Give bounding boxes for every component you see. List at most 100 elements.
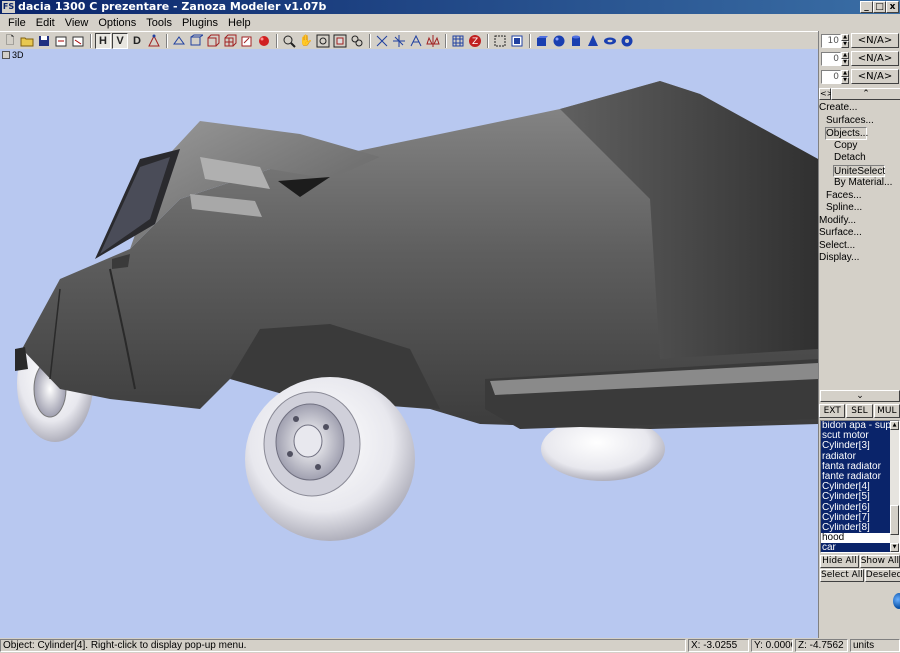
spinner-arrows-icon[interactable]: ▲ ▼ (841, 69, 849, 84)
menu-help[interactable]: Help (223, 17, 256, 29)
close-button[interactable]: x (886, 1, 899, 13)
maximize-button[interactable]: □ (873, 1, 886, 13)
list-item[interactable]: Cylinder[7] (821, 512, 891, 523)
scroll-down-arrow-icon[interactable]: ▼ (890, 543, 899, 552)
list-item[interactable]: Cylinder[5] (821, 492, 891, 503)
toolbar-separator (166, 33, 168, 48)
list-item[interactable]: fante radiator (821, 471, 891, 483)
mode-ext-button[interactable]: EXT (819, 404, 846, 418)
spinner-input-2[interactable]: 0 (821, 51, 841, 66)
scroll-up-arrow-icon[interactable]: ▲ (890, 421, 899, 430)
scroll-down-button[interactable]: ⌄ (820, 390, 900, 402)
move-icon[interactable] (374, 33, 390, 49)
select-region-icon[interactable] (492, 33, 508, 49)
collapse-button[interactable]: <> (819, 88, 833, 100)
na-button-1[interactable]: <N/A> (851, 33, 899, 48)
save-icon[interactable] (36, 33, 52, 49)
toolbar-separator (529, 33, 531, 48)
list-item[interactable]: radiator (821, 451, 891, 462)
list-item[interactable]: Cylinder[6] (821, 502, 891, 513)
cmd-create[interactable]: Create... (819, 102, 900, 115)
sphere-primitive-icon[interactable] (551, 33, 567, 49)
torus-primitive-icon[interactable] (602, 33, 618, 49)
zoom-region-icon[interactable] (315, 33, 331, 49)
mode-sel-button[interactable]: SEL (846, 404, 873, 418)
cmd-faces[interactable]: Faces... (819, 190, 900, 203)
cmd-by-material[interactable]: By Material... (819, 177, 900, 190)
viewport-menu-icon[interactable] (2, 51, 10, 59)
spinner-input-1[interactable]: 10 (821, 33, 841, 48)
view-d-button[interactable]: D (129, 33, 145, 49)
menu-options[interactable]: Options (93, 17, 141, 29)
z-axis-icon[interactable]: Z (467, 33, 483, 49)
select-object-icon[interactable] (509, 33, 525, 49)
vertex-icon[interactable] (146, 33, 162, 49)
box-primitive-icon[interactable] (534, 33, 550, 49)
list-item[interactable]: car (821, 543, 891, 552)
new-file-icon[interactable]: 🗋 (2, 33, 18, 49)
pan-hand-icon[interactable]: ✋ (298, 33, 314, 49)
cube-icon[interactable] (205, 33, 221, 49)
minimize-button[interactable]: _ (860, 1, 873, 13)
list-item[interactable]: Cylinder[3] (821, 441, 891, 452)
spinner-arrows-icon[interactable]: ▲ ▼ (841, 33, 849, 48)
zoom-icon[interactable] (281, 33, 297, 49)
spinner-input-3[interactable]: 0 (821, 69, 841, 84)
menu-tools[interactable]: Tools (141, 17, 177, 29)
cmd-objects[interactable]: Objects... (825, 127, 868, 140)
cmd-surface[interactable]: Surface... (819, 227, 900, 240)
deselect-button[interactable]: Deselect (864, 569, 900, 582)
cylinder-primitive-icon[interactable] (568, 33, 584, 49)
rotate-icon[interactable] (391, 33, 407, 49)
view-h-button[interactable]: H (95, 32, 111, 49)
scroll-thumb[interactable] (890, 505, 899, 535)
list-item[interactable]: bidon apa - suport (821, 421, 891, 432)
viewport-3d[interactable]: 3D (0, 49, 818, 638)
scroll-up-button[interactable]: ⌃ (831, 88, 900, 100)
na-button-3[interactable]: <N/A> (851, 69, 899, 84)
selection-row: Select All Deselect (820, 569, 900, 582)
list-item[interactable]: scut motor (821, 431, 891, 442)
view-v-button[interactable]: V (112, 32, 128, 49)
cmd-select[interactable]: Select... (819, 240, 900, 253)
cmd-surfaces[interactable]: Surfaces... (819, 115, 900, 128)
mesh-cube-icon[interactable] (222, 33, 238, 49)
cmd-copy[interactable]: Copy (819, 140, 900, 153)
na-button-2[interactable]: <N/A> (851, 51, 899, 66)
menu-file[interactable]: File (3, 17, 31, 29)
toolbar: 🗋 H V D ✋ Z (0, 31, 818, 49)
zoom-extents-icon[interactable] (332, 33, 348, 49)
scale-icon[interactable] (408, 33, 424, 49)
snap-grid-icon[interactable] (450, 33, 466, 49)
tube-primitive-icon[interactable] (619, 33, 635, 49)
sphere-red-icon[interactable] (256, 33, 272, 49)
edge-select-icon[interactable] (171, 33, 187, 49)
hide-all-button[interactable]: Hide All (820, 555, 859, 568)
object-list[interactable]: bidon apa - suport scut motor Cylinder[3… (820, 420, 900, 553)
object-list-scrollbar[interactable]: ▲ ▼ (890, 421, 899, 552)
zoom-all-icon[interactable] (349, 33, 365, 49)
list-item[interactable]: Cylinder[4] (821, 482, 891, 493)
open-folder-icon[interactable] (19, 33, 35, 49)
cmd-modify[interactable]: Modify... (819, 215, 900, 228)
menu-edit[interactable]: Edit (31, 17, 60, 29)
import-icon[interactable] (53, 33, 69, 49)
show-all-button[interactable]: Show All (859, 555, 900, 568)
cone-primitive-icon[interactable] (585, 33, 601, 49)
cmd-display[interactable]: Display... (819, 252, 900, 265)
spinner-arrows-icon[interactable]: ▲ ▼ (841, 51, 849, 66)
list-item[interactable]: Cylinder[8] (821, 522, 891, 534)
cmd-detach[interactable]: Detach (819, 152, 900, 165)
cmd-uniteselect[interactable]: UniteSelect (833, 164, 885, 177)
menu-plugins[interactable]: Plugins (177, 17, 223, 29)
cmd-spline[interactable]: Spline... (819, 202, 900, 215)
mirror-icon[interactable] (425, 33, 441, 49)
rotate-cube-icon[interactable] (239, 33, 255, 49)
box-select-icon[interactable] (188, 33, 204, 49)
menu-view[interactable]: View (60, 17, 94, 29)
list-item[interactable]: fanta radiator (821, 461, 891, 472)
mode-mul-button[interactable]: MUL (873, 404, 900, 418)
list-item[interactable]: hood (821, 533, 891, 543)
select-all-button[interactable]: Select All (820, 569, 864, 582)
export-icon[interactable] (70, 33, 86, 49)
